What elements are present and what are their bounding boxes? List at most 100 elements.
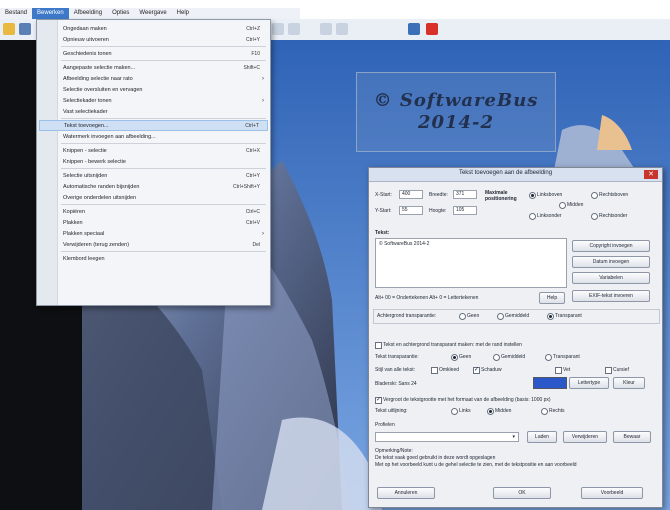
vergroot-label: Vergroot de tekstgrootte met het formaat… <box>383 397 551 403</box>
tekst-transparantie-label: Tekst transparantie: <box>375 354 419 360</box>
menu-item-shortcut: Ctrl+Y <box>245 36 260 43</box>
stijl-check-3[interactable] <box>555 367 562 374</box>
transparent-checkbox[interactable] <box>375 342 382 349</box>
menu-item[interactable]: Plakken speciaal › <box>39 228 268 239</box>
menu-item[interactable]: Knippen - selectie Ctrl+X <box>39 145 268 156</box>
uitlijning-label: Tekst uitlijning: <box>375 408 408 414</box>
menu-item-label: Overige onderdelen uitsnijden <box>63 194 137 201</box>
pos-option-5: Rechtsonder <box>599 213 628 219</box>
ystart-label: Y-Start: <box>375 208 392 214</box>
close-icon[interactable]: ✕ <box>644 170 658 179</box>
pos-option-3: Midden <box>567 202 584 208</box>
menu-item[interactable]: Opnieuw uitvoeren Ctrl+Y <box>39 34 268 45</box>
ach-radio-3[interactable] <box>547 313 554 320</box>
tools-icon[interactable] <box>408 23 420 35</box>
menu-separator <box>61 168 266 169</box>
open-folder-icon[interactable] <box>3 23 15 35</box>
stijl-check-4[interactable] <box>605 367 612 374</box>
stijl-option-1: Omkleed <box>439 367 460 373</box>
hoogte-value: 105 <box>456 207 465 213</box>
zoom-out-icon[interactable] <box>336 23 348 35</box>
xstart-field[interactable]: 400 <box>399 190 423 199</box>
uitlijning-radio-2[interactable] <box>487 408 494 415</box>
menu-item[interactable]: Kopiëren Ctrl+C <box>39 206 268 217</box>
fit-window-icon[interactable] <box>272 23 284 35</box>
tt-radio-3[interactable] <box>545 354 552 361</box>
uitlijning-radio-3[interactable] <box>541 408 548 415</box>
menu-item[interactable]: Selectie oversluiten en vervagen <box>39 84 268 95</box>
pos-radio-2[interactable] <box>591 192 598 199</box>
pos-radio-1[interactable] <box>529 192 536 199</box>
menubar-item-1[interactable]: Bewerken <box>32 8 69 19</box>
menu-item[interactable]: Overige onderdelen uitsnijden <box>39 192 268 203</box>
menu-item-label: Knippen - bewerk selectie <box>63 158 126 165</box>
menubar-item-3[interactable]: Opties <box>107 8 134 19</box>
menu-item[interactable]: Vast selectiekader <box>39 106 268 117</box>
tekst-textarea[interactable]: © SoftwareBus 2014-2 <box>375 238 567 288</box>
annuleren-button[interactable]: Annuleren <box>377 487 435 499</box>
exif-button[interactable]: EXIF-tekst invoeren <box>572 290 650 302</box>
ach-radio-2[interactable] <box>497 313 504 320</box>
save-icon[interactable] <box>19 23 31 35</box>
kleur-button[interactable]: Kleur <box>613 377 645 389</box>
menu-item-shortcut: Ctrl+T <box>245 122 259 129</box>
tt-option-3: Transparant <box>553 354 580 360</box>
menubar-item-2[interactable]: Afbeelding <box>69 8 107 19</box>
menu-item[interactable]: Afbeelding selectie naar rato › <box>39 73 268 84</box>
tekst-label: Tekst: <box>375 230 390 236</box>
variabelen-button[interactable]: Variabelen <box>572 272 650 284</box>
menu-item[interactable]: Selectiekader tonen › <box>39 95 268 106</box>
bewaar-button[interactable]: Bewaar <box>613 431 651 443</box>
stijl-check-1[interactable] <box>431 367 438 374</box>
menu-item[interactable]: Plakken Ctrl+V <box>39 217 268 228</box>
menubar-item-0[interactable]: Bestand <box>0 8 32 19</box>
exit-icon[interactable] <box>426 23 438 35</box>
stijl-label: Stijl van alle tekst: <box>375 367 416 373</box>
pos-radio-3[interactable] <box>559 202 566 209</box>
menu-item[interactable]: Knippen - bewerk selectie <box>39 156 268 167</box>
menu-item[interactable]: Watermerk invoegen aan afbeelding... <box>39 131 268 142</box>
menu-item[interactable]: Geschiedenis tonen F10 <box>39 48 268 59</box>
watermark-line-1: © SoftwareBus <box>373 90 539 111</box>
tt-radio-1[interactable] <box>451 354 458 361</box>
breedte-field[interactable]: 371 <box>453 190 477 199</box>
pos-radio-5[interactable] <box>591 213 598 220</box>
ok-button[interactable]: OK <box>493 487 551 499</box>
datum-button[interactable]: Datum invoegen <box>572 256 650 268</box>
chevron-down-icon: ▾ <box>512 434 515 440</box>
menu-item[interactable]: Automatische randen bijsnijden Ctrl+Shift… <box>39 181 268 192</box>
ach-radio-1[interactable] <box>459 313 466 320</box>
hoogte-field[interactable]: 105 <box>453 206 477 215</box>
voorbeeld-button[interactable]: Voorbeeld <box>581 487 643 499</box>
pos-radio-4[interactable] <box>529 213 536 220</box>
tt-radio-2[interactable] <box>493 354 500 361</box>
help-button[interactable]: Help <box>539 292 565 304</box>
pos-option-2: Rechtsboven <box>599 192 629 198</box>
menu-item[interactable]: Ongedaan maken Ctrl+Z <box>39 23 268 34</box>
menu-item[interactable]: Aangepaste selectie maken... Shift+C <box>39 62 268 73</box>
text-color-swatch[interactable] <box>533 377 567 389</box>
menu-item[interactable]: Klembord leegen <box>39 253 268 264</box>
menubar-item-5[interactable]: Help <box>172 8 194 19</box>
stijl-check-2[interactable] <box>473 366 480 374</box>
verwijderen-button[interactable]: Verwijderen <box>563 431 607 443</box>
ystart-field[interactable]: 55 <box>399 206 423 215</box>
rotate-icon[interactable] <box>288 23 300 35</box>
menu-item[interactable]: Selectie uitsnijden Ctrl+Y <box>39 170 268 181</box>
profielen-select[interactable]: ▾ <box>375 432 519 442</box>
dialog-titlebar: Tekst toevoegen aan de afbeelding ✕ <box>369 168 662 182</box>
copyright-button[interactable]: Copyright invoegen <box>572 240 650 252</box>
menu-separator <box>61 118 266 119</box>
lettertype-button[interactable]: Lettertype <box>569 377 609 389</box>
uitlijning-option-1: Links <box>459 408 471 414</box>
menu-item[interactable]: Verwijderen (terug zenden) Del <box>39 239 268 250</box>
zoom-in-icon[interactable] <box>320 23 332 35</box>
uitlijning-radio-1[interactable] <box>451 408 458 415</box>
laden-button[interactable]: Laden <box>527 431 557 443</box>
menubar-item-4[interactable]: Weergave <box>134 8 171 19</box>
vergroot-checkbox[interactable] <box>375 396 382 404</box>
pos-option-4: Linksonder <box>537 213 562 219</box>
watermark-line-2: 2014-2 <box>417 112 495 133</box>
menu-item[interactable]: Tekst toevoegen... Ctrl+T <box>39 120 268 131</box>
edit-menu: Ongedaan maken Ctrl+Z Opnieuw uitvoeren Ctr… <box>36 19 271 306</box>
